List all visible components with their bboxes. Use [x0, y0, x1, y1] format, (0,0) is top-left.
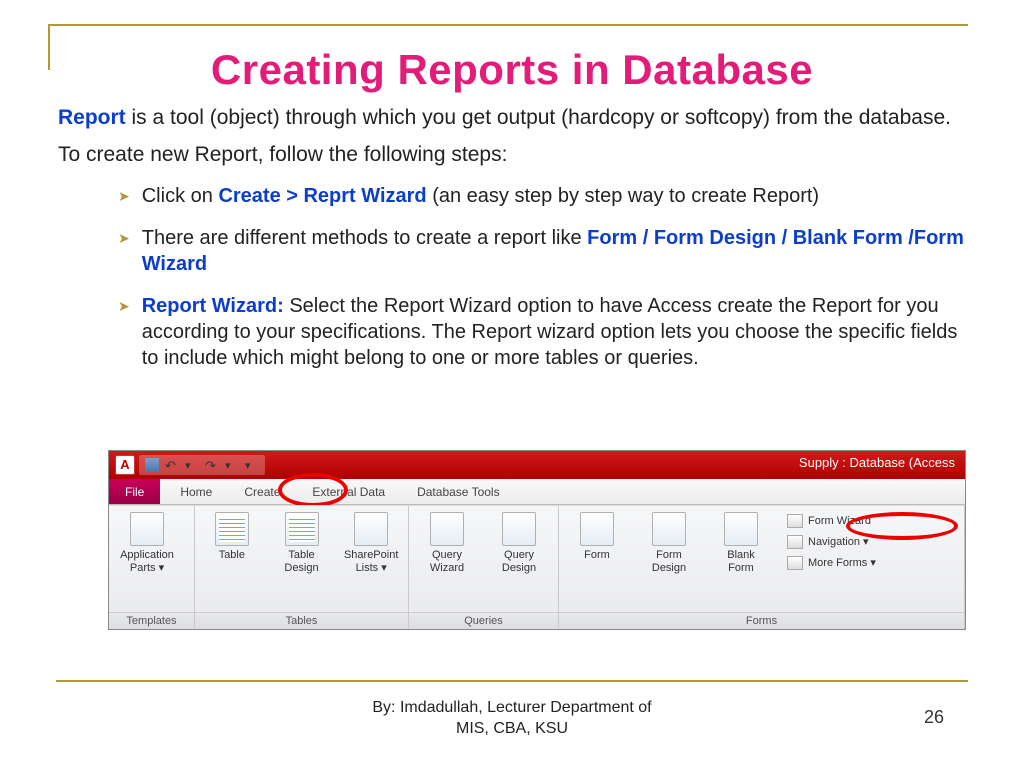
group-templates: ApplicationParts ▾ Templates	[109, 506, 195, 630]
window-title-text: Supply : Database (Access	[799, 455, 955, 470]
tab-create[interactable]: Create	[228, 479, 296, 504]
quick-access-toolbar	[139, 455, 265, 475]
form-icon	[580, 512, 614, 546]
footer-divider	[56, 680, 968, 682]
group-tables-label: Tables	[195, 612, 408, 630]
bullet-list: ➤ Click on Create > Reprt Wizard (an eas…	[58, 183, 966, 371]
footer-by: By: Imdadullah, Lecturer Department of	[0, 697, 1024, 719]
b2-pre: There are different methods to create a …	[142, 227, 587, 249]
form-button[interactable]: Form	[565, 512, 629, 562]
bullet-arrow-icon: ➤	[118, 229, 130, 277]
b1-pre: Click on	[142, 185, 219, 207]
query-wizard-label: QueryWizard	[430, 549, 464, 574]
page-number: 26	[924, 707, 944, 728]
tab-home[interactable]: Home	[164, 479, 228, 504]
sharepoint-icon	[354, 512, 388, 546]
blank-form-button[interactable]: BlankForm	[709, 512, 773, 574]
group-queries: QueryWizard QueryDesign Queries	[409, 506, 559, 630]
table-design-button[interactable]: TableDesign	[271, 512, 333, 574]
save-icon[interactable]	[145, 458, 159, 472]
group-templates-label: Templates	[109, 612, 194, 630]
more-forms-button[interactable]: More Forms ▾	[787, 554, 876, 572]
undo-icon[interactable]	[165, 458, 179, 472]
frame-top	[48, 24, 968, 26]
dropdown-icon[interactable]	[225, 458, 239, 472]
qat-customize-icon[interactable]	[245, 458, 259, 472]
dropdown-icon[interactable]	[185, 458, 199, 472]
navigation-label: Navigation ▾	[808, 533, 869, 551]
footer-affiliation: MIS, CBA, KSU	[0, 718, 1024, 740]
group-forms-label: Forms	[559, 612, 964, 630]
group-queries-label: Queries	[409, 612, 558, 630]
b3-lead: Report Wizard:	[142, 295, 284, 317]
more-forms-icon	[787, 556, 803, 570]
bullet-1: ➤ Click on Create > Reprt Wizard (an eas…	[118, 183, 966, 209]
form-wizard-icon	[787, 514, 803, 528]
tab-file[interactable]: File	[109, 479, 160, 504]
query-wizard-button[interactable]: QueryWizard	[415, 512, 479, 574]
navigation-icon	[787, 535, 803, 549]
ribbon-tabs: File Home Create External Data Database …	[109, 479, 965, 505]
paragraph-1: Report is a tool (object) through which …	[58, 104, 966, 131]
tab-database-tools[interactable]: Database Tools	[401, 479, 516, 504]
table-icon	[215, 512, 249, 546]
navigation-button[interactable]: Navigation ▾	[787, 533, 876, 551]
bullet-arrow-icon: ➤	[118, 297, 130, 371]
application-parts-label: ApplicationParts ▾	[120, 549, 174, 574]
form-design-label: FormDesign	[652, 549, 686, 574]
bullet-3: ➤ Report Wizard: Select the Report Wizar…	[118, 293, 966, 371]
table-button[interactable]: Table	[201, 512, 263, 562]
b1-post: (an easy step by step way to create Repo…	[427, 185, 819, 207]
forms-extra-list: Form Wizard Navigation ▾ More Forms ▾	[787, 512, 876, 572]
form-design-icon	[652, 512, 686, 546]
bullet-arrow-icon: ➤	[118, 187, 130, 209]
form-design-button[interactable]: FormDesign	[637, 512, 701, 574]
window-titlebar: A Supply : Database (Access	[109, 451, 965, 479]
form-label: Form	[584, 549, 610, 562]
form-wizard-button[interactable]: Form Wizard	[787, 512, 876, 530]
slide-footer: By: Imdadullah, Lecturer Department of M…	[0, 697, 1024, 740]
paragraph-2: To create new Report, follow the followi…	[58, 141, 966, 168]
blank-form-icon	[724, 512, 758, 546]
query-design-button[interactable]: QueryDesign	[487, 512, 551, 574]
sharepoint-lists-label: SharePointLists ▾	[344, 549, 398, 574]
para1-rest: is a tool (object) through which you get…	[126, 106, 951, 129]
b1-hl: Create > Reprt Wizard	[218, 185, 426, 207]
access-app-icon: A	[115, 455, 135, 475]
sharepoint-lists-button[interactable]: SharePointLists ▾	[340, 512, 402, 574]
application-parts-button[interactable]: ApplicationParts ▾	[115, 512, 179, 574]
table-design-icon	[285, 512, 319, 546]
table-label: Table	[219, 549, 245, 562]
group-forms: Form FormDesign BlankForm Form Wizard	[559, 506, 965, 630]
table-design-label: TableDesign	[284, 549, 318, 574]
query-design-label: QueryDesign	[502, 549, 536, 574]
ribbon-groups: ApplicationParts ▾ Templates Table Table…	[109, 505, 965, 630]
blank-form-label: BlankForm	[727, 549, 755, 574]
redo-icon[interactable]	[205, 458, 219, 472]
query-design-icon	[502, 512, 536, 546]
form-wizard-label: Form Wizard	[808, 512, 871, 530]
slide-body: Report is a tool (object) through which …	[58, 104, 966, 387]
report-keyword: Report	[58, 106, 126, 129]
group-tables: Table TableDesign SharePointLists ▾ Tabl…	[195, 506, 409, 630]
access-ribbon-screenshot: A Supply : Database (Access File Home Cr…	[108, 450, 966, 630]
slide-title: Creating Reports in Database	[0, 46, 1024, 94]
bullet-2: ➤ There are different methods to create …	[118, 225, 966, 277]
query-wizard-icon	[430, 512, 464, 546]
tab-external-data[interactable]: External Data	[296, 479, 401, 504]
more-forms-label: More Forms ▾	[808, 554, 876, 572]
application-parts-icon	[130, 512, 164, 546]
